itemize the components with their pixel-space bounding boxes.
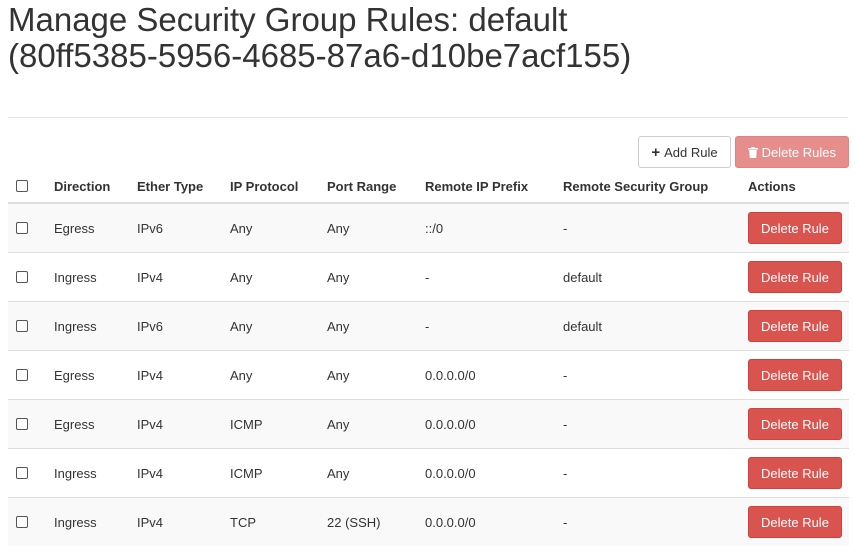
actions-cell: Delete Rule bbox=[740, 301, 849, 351]
port-range-cell: Any bbox=[319, 252, 417, 302]
ip-protocol-cell: Any bbox=[222, 350, 319, 400]
direction-cell: Egress bbox=[46, 399, 129, 449]
actions-cell: Delete Rule bbox=[740, 252, 849, 302]
row-checkbox[interactable] bbox=[16, 516, 28, 529]
ip-protocol-cell: Any bbox=[222, 252, 319, 302]
port-range-cell: 22 (SSH) bbox=[319, 497, 417, 546]
remote-ip-prefix-cell: 0.0.0.0/0 bbox=[417, 497, 555, 546]
page-title: Manage Security Group Rules: default (80… bbox=[8, 1, 632, 74]
ether-type-cell: IPv4 bbox=[129, 497, 222, 546]
row-checkbox[interactable] bbox=[16, 320, 28, 333]
ether-type-cell: IPv4 bbox=[129, 399, 222, 449]
ether-type-cell: IPv6 bbox=[129, 301, 222, 351]
plus-icon: + bbox=[651, 143, 661, 161]
row-select-cell bbox=[8, 252, 46, 302]
row-checkbox[interactable] bbox=[16, 418, 28, 431]
ip-protocol-cell: ICMP bbox=[222, 448, 319, 498]
table-actions: + Add Rule Delete Rules bbox=[638, 136, 849, 168]
delete-rule-button[interactable]: Delete Rule bbox=[748, 359, 842, 391]
table-row: Egress IPv4 Any Any 0.0.0.0/0 - Delete R… bbox=[8, 350, 849, 400]
table-row: Ingress IPv6 Any Any - default Delete Ru… bbox=[8, 301, 849, 351]
direction-cell: Egress bbox=[46, 202, 129, 253]
row-checkbox[interactable] bbox=[16, 369, 28, 382]
column-header-remote-ip-prefix[interactable]: Remote IP Prefix bbox=[417, 170, 555, 204]
column-header-ether-type[interactable]: Ether Type bbox=[129, 170, 222, 204]
ip-protocol-cell: Any bbox=[222, 202, 319, 253]
actions-cell: Delete Rule bbox=[740, 350, 849, 400]
delete-rule-button[interactable]: Delete Rule bbox=[748, 310, 842, 342]
column-header-remote-security-group[interactable]: Remote Security Group bbox=[555, 170, 740, 204]
row-select-cell bbox=[8, 350, 46, 400]
table-header-row: Direction Ether Type IP Protocol Port Ra… bbox=[8, 170, 849, 204]
remote-ip-prefix-cell: 0.0.0.0/0 bbox=[417, 350, 555, 400]
port-range-cell: Any bbox=[319, 202, 417, 253]
select-all-cell bbox=[8, 170, 46, 204]
remote-ip-prefix-cell: 0.0.0.0/0 bbox=[417, 448, 555, 498]
delete-rule-button[interactable]: Delete Rule bbox=[748, 212, 842, 244]
column-header-ip-protocol[interactable]: IP Protocol bbox=[222, 170, 319, 204]
table-row: Egress IPv4 ICMP Any 0.0.0.0/0 - Delete … bbox=[8, 399, 849, 449]
ip-protocol-cell: TCP bbox=[222, 497, 319, 546]
ether-type-cell: IPv4 bbox=[129, 350, 222, 400]
delete-rule-button[interactable]: Delete Rule bbox=[748, 261, 842, 293]
actions-cell: Delete Rule bbox=[740, 497, 849, 546]
remote-security-group-cell: - bbox=[555, 448, 740, 498]
row-select-cell bbox=[8, 497, 46, 546]
delete-rules-button[interactable]: Delete Rules bbox=[734, 136, 849, 168]
actions-cell: Delete Rule bbox=[740, 202, 849, 253]
direction-cell: Ingress bbox=[46, 448, 129, 498]
add-rule-button[interactable]: + Add Rule bbox=[638, 136, 731, 168]
column-header-port-range[interactable]: Port Range bbox=[319, 170, 417, 204]
direction-cell: Ingress bbox=[46, 252, 129, 302]
direction-cell: Ingress bbox=[46, 497, 129, 546]
row-select-cell bbox=[8, 202, 46, 253]
row-checkbox[interactable] bbox=[16, 222, 28, 235]
table-row: Ingress IPv4 TCP 22 (SSH) 0.0.0.0/0 - De… bbox=[8, 497, 849, 546]
ether-type-cell: IPv4 bbox=[129, 252, 222, 302]
direction-cell: Egress bbox=[46, 350, 129, 400]
ether-type-cell: IPv4 bbox=[129, 448, 222, 498]
remote-ip-prefix-cell: - bbox=[417, 252, 555, 302]
ip-protocol-cell: ICMP bbox=[222, 399, 319, 449]
port-range-cell: Any bbox=[319, 448, 417, 498]
title-divider bbox=[8, 117, 848, 118]
actions-cell: Delete Rule bbox=[740, 448, 849, 498]
ether-type-cell: IPv6 bbox=[129, 202, 222, 253]
remote-security-group-cell: - bbox=[555, 497, 740, 546]
port-range-cell: Any bbox=[319, 399, 417, 449]
row-select-cell bbox=[8, 301, 46, 351]
delete-rule-button[interactable]: Delete Rule bbox=[748, 506, 842, 538]
select-all-checkbox[interactable] bbox=[16, 180, 28, 193]
remote-ip-prefix-cell: ::/0 bbox=[417, 202, 555, 253]
delete-rule-button[interactable]: Delete Rule bbox=[748, 408, 842, 440]
actions-cell: Delete Rule bbox=[740, 399, 849, 449]
column-header-actions: Actions bbox=[740, 170, 849, 204]
delete-rule-button[interactable]: Delete Rule bbox=[748, 457, 842, 489]
table-row: Ingress IPv4 ICMP Any 0.0.0.0/0 - Delete… bbox=[8, 448, 849, 498]
delete-rules-label: Delete Rules bbox=[761, 144, 836, 160]
row-select-cell bbox=[8, 399, 46, 449]
row-checkbox[interactable] bbox=[16, 271, 28, 284]
port-range-cell: Any bbox=[319, 350, 417, 400]
add-rule-label: Add Rule bbox=[664, 144, 718, 160]
remote-security-group-cell: - bbox=[555, 350, 740, 400]
remote-security-group-cell: - bbox=[555, 202, 740, 253]
direction-cell: Ingress bbox=[46, 301, 129, 351]
row-checkbox[interactable] bbox=[16, 467, 28, 480]
remote-security-group-cell: default bbox=[555, 252, 740, 302]
remote-ip-prefix-cell: 0.0.0.0/0 bbox=[417, 399, 555, 449]
trash-icon bbox=[747, 146, 758, 158]
remote-security-group-cell: - bbox=[555, 399, 740, 449]
port-range-cell: Any bbox=[319, 301, 417, 351]
remote-ip-prefix-cell: - bbox=[417, 301, 555, 351]
table-row: Egress IPv6 Any Any ::/0 - Delete Rule bbox=[8, 202, 849, 253]
ip-protocol-cell: Any bbox=[222, 301, 319, 351]
remote-security-group-cell: default bbox=[555, 301, 740, 351]
security-group-rules-table: Direction Ether Type IP Protocol Port Ra… bbox=[8, 170, 849, 546]
table-row: Ingress IPv4 Any Any - default Delete Ru… bbox=[8, 252, 849, 302]
column-header-direction[interactable]: Direction bbox=[46, 170, 129, 204]
row-select-cell bbox=[8, 448, 46, 498]
